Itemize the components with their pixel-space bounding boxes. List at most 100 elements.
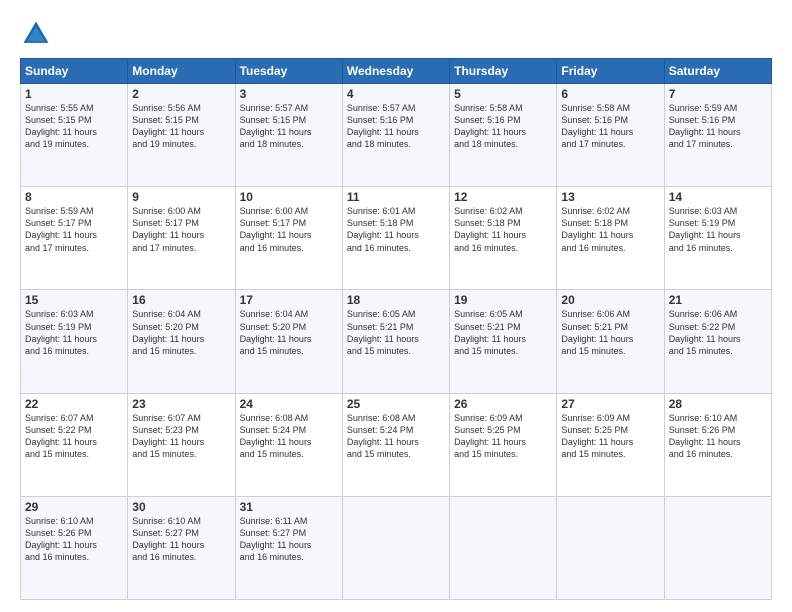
- cell-text: Sunrise: 6:05 AM Sunset: 5:21 PM Dayligh…: [454, 308, 552, 357]
- page: SundayMondayTuesdayWednesdayThursdayFrid…: [0, 0, 792, 612]
- calendar-header-thursday: Thursday: [450, 59, 557, 84]
- calendar-cell: 11Sunrise: 6:01 AM Sunset: 5:18 PM Dayli…: [342, 187, 449, 290]
- day-number: 21: [669, 293, 767, 307]
- cell-text: Sunrise: 6:11 AM Sunset: 5:27 PM Dayligh…: [240, 515, 338, 564]
- cell-text: Sunrise: 6:03 AM Sunset: 5:19 PM Dayligh…: [669, 205, 767, 254]
- cell-text: Sunrise: 6:06 AM Sunset: 5:21 PM Dayligh…: [561, 308, 659, 357]
- day-number: 24: [240, 397, 338, 411]
- calendar-header-monday: Monday: [128, 59, 235, 84]
- cell-text: Sunrise: 6:05 AM Sunset: 5:21 PM Dayligh…: [347, 308, 445, 357]
- calendar-cell: 21Sunrise: 6:06 AM Sunset: 5:22 PM Dayli…: [664, 290, 771, 393]
- calendar-table: SundayMondayTuesdayWednesdayThursdayFrid…: [20, 58, 772, 600]
- cell-text: Sunrise: 5:56 AM Sunset: 5:15 PM Dayligh…: [132, 102, 230, 151]
- cell-text: Sunrise: 6:02 AM Sunset: 5:18 PM Dayligh…: [454, 205, 552, 254]
- day-number: 1: [25, 87, 123, 101]
- cell-text: Sunrise: 6:01 AM Sunset: 5:18 PM Dayligh…: [347, 205, 445, 254]
- cell-text: Sunrise: 6:10 AM Sunset: 5:26 PM Dayligh…: [669, 412, 767, 461]
- calendar-cell: 31Sunrise: 6:11 AM Sunset: 5:27 PM Dayli…: [235, 496, 342, 599]
- day-number: 12: [454, 190, 552, 204]
- day-number: 11: [347, 190, 445, 204]
- cell-text: Sunrise: 5:58 AM Sunset: 5:16 PM Dayligh…: [561, 102, 659, 151]
- header: [20, 18, 772, 50]
- calendar-header-row: SundayMondayTuesdayWednesdayThursdayFrid…: [21, 59, 772, 84]
- calendar-header-saturday: Saturday: [664, 59, 771, 84]
- cell-text: Sunrise: 6:08 AM Sunset: 5:24 PM Dayligh…: [347, 412, 445, 461]
- cell-text: Sunrise: 5:57 AM Sunset: 5:16 PM Dayligh…: [347, 102, 445, 151]
- calendar-cell: 20Sunrise: 6:06 AM Sunset: 5:21 PM Dayli…: [557, 290, 664, 393]
- cell-text: Sunrise: 6:09 AM Sunset: 5:25 PM Dayligh…: [454, 412, 552, 461]
- day-number: 22: [25, 397, 123, 411]
- cell-text: Sunrise: 5:57 AM Sunset: 5:15 PM Dayligh…: [240, 102, 338, 151]
- day-number: 26: [454, 397, 552, 411]
- cell-text: Sunrise: 6:02 AM Sunset: 5:18 PM Dayligh…: [561, 205, 659, 254]
- day-number: 7: [669, 87, 767, 101]
- cell-text: Sunrise: 5:55 AM Sunset: 5:15 PM Dayligh…: [25, 102, 123, 151]
- calendar-cell: 23Sunrise: 6:07 AM Sunset: 5:23 PM Dayli…: [128, 393, 235, 496]
- calendar-cell: [450, 496, 557, 599]
- cell-text: Sunrise: 5:59 AM Sunset: 5:16 PM Dayligh…: [669, 102, 767, 151]
- calendar-header-friday: Friday: [557, 59, 664, 84]
- calendar-cell: [342, 496, 449, 599]
- day-number: 5: [454, 87, 552, 101]
- day-number: 28: [669, 397, 767, 411]
- day-number: 8: [25, 190, 123, 204]
- calendar-cell: 24Sunrise: 6:08 AM Sunset: 5:24 PM Dayli…: [235, 393, 342, 496]
- calendar-cell: 7Sunrise: 5:59 AM Sunset: 5:16 PM Daylig…: [664, 84, 771, 187]
- calendar-cell: 17Sunrise: 6:04 AM Sunset: 5:20 PM Dayli…: [235, 290, 342, 393]
- cell-text: Sunrise: 6:04 AM Sunset: 5:20 PM Dayligh…: [240, 308, 338, 357]
- calendar-header-sunday: Sunday: [21, 59, 128, 84]
- day-number: 2: [132, 87, 230, 101]
- cell-text: Sunrise: 6:00 AM Sunset: 5:17 PM Dayligh…: [240, 205, 338, 254]
- calendar-cell: 6Sunrise: 5:58 AM Sunset: 5:16 PM Daylig…: [557, 84, 664, 187]
- calendar-cell: 1Sunrise: 5:55 AM Sunset: 5:15 PM Daylig…: [21, 84, 128, 187]
- day-number: 31: [240, 500, 338, 514]
- calendar-cell: 22Sunrise: 6:07 AM Sunset: 5:22 PM Dayli…: [21, 393, 128, 496]
- cell-text: Sunrise: 5:59 AM Sunset: 5:17 PM Dayligh…: [25, 205, 123, 254]
- day-number: 10: [240, 190, 338, 204]
- day-number: 16: [132, 293, 230, 307]
- calendar-week-row: 1Sunrise: 5:55 AM Sunset: 5:15 PM Daylig…: [21, 84, 772, 187]
- calendar-cell: 16Sunrise: 6:04 AM Sunset: 5:20 PM Dayli…: [128, 290, 235, 393]
- calendar-cell: 9Sunrise: 6:00 AM Sunset: 5:17 PM Daylig…: [128, 187, 235, 290]
- day-number: 18: [347, 293, 445, 307]
- cell-text: Sunrise: 6:10 AM Sunset: 5:26 PM Dayligh…: [25, 515, 123, 564]
- calendar-cell: 8Sunrise: 5:59 AM Sunset: 5:17 PM Daylig…: [21, 187, 128, 290]
- calendar-week-row: 29Sunrise: 6:10 AM Sunset: 5:26 PM Dayli…: [21, 496, 772, 599]
- calendar-cell: 14Sunrise: 6:03 AM Sunset: 5:19 PM Dayli…: [664, 187, 771, 290]
- calendar-cell: 4Sunrise: 5:57 AM Sunset: 5:16 PM Daylig…: [342, 84, 449, 187]
- cell-text: Sunrise: 6:07 AM Sunset: 5:22 PM Dayligh…: [25, 412, 123, 461]
- day-number: 6: [561, 87, 659, 101]
- calendar-cell: 19Sunrise: 6:05 AM Sunset: 5:21 PM Dayli…: [450, 290, 557, 393]
- calendar-week-row: 22Sunrise: 6:07 AM Sunset: 5:22 PM Dayli…: [21, 393, 772, 496]
- day-number: 4: [347, 87, 445, 101]
- calendar-cell: 3Sunrise: 5:57 AM Sunset: 5:15 PM Daylig…: [235, 84, 342, 187]
- cell-text: Sunrise: 6:09 AM Sunset: 5:25 PM Dayligh…: [561, 412, 659, 461]
- cell-text: Sunrise: 6:08 AM Sunset: 5:24 PM Dayligh…: [240, 412, 338, 461]
- day-number: 25: [347, 397, 445, 411]
- calendar-cell: 29Sunrise: 6:10 AM Sunset: 5:26 PM Dayli…: [21, 496, 128, 599]
- calendar-cell: 30Sunrise: 6:10 AM Sunset: 5:27 PM Dayli…: [128, 496, 235, 599]
- calendar-cell: 10Sunrise: 6:00 AM Sunset: 5:17 PM Dayli…: [235, 187, 342, 290]
- calendar-cell: [664, 496, 771, 599]
- calendar-cell: 28Sunrise: 6:10 AM Sunset: 5:26 PM Dayli…: [664, 393, 771, 496]
- logo: [20, 18, 56, 50]
- calendar-header-tuesday: Tuesday: [235, 59, 342, 84]
- calendar-cell: 25Sunrise: 6:08 AM Sunset: 5:24 PM Dayli…: [342, 393, 449, 496]
- calendar-cell: 18Sunrise: 6:05 AM Sunset: 5:21 PM Dayli…: [342, 290, 449, 393]
- day-number: 27: [561, 397, 659, 411]
- day-number: 3: [240, 87, 338, 101]
- day-number: 23: [132, 397, 230, 411]
- calendar-cell: 12Sunrise: 6:02 AM Sunset: 5:18 PM Dayli…: [450, 187, 557, 290]
- day-number: 17: [240, 293, 338, 307]
- cell-text: Sunrise: 6:07 AM Sunset: 5:23 PM Dayligh…: [132, 412, 230, 461]
- calendar-cell: 5Sunrise: 5:58 AM Sunset: 5:16 PM Daylig…: [450, 84, 557, 187]
- day-number: 29: [25, 500, 123, 514]
- day-number: 19: [454, 293, 552, 307]
- calendar-week-row: 15Sunrise: 6:03 AM Sunset: 5:19 PM Dayli…: [21, 290, 772, 393]
- calendar-cell: 27Sunrise: 6:09 AM Sunset: 5:25 PM Dayli…: [557, 393, 664, 496]
- day-number: 20: [561, 293, 659, 307]
- calendar-cell: 13Sunrise: 6:02 AM Sunset: 5:18 PM Dayli…: [557, 187, 664, 290]
- cell-text: Sunrise: 6:03 AM Sunset: 5:19 PM Dayligh…: [25, 308, 123, 357]
- calendar-cell: 2Sunrise: 5:56 AM Sunset: 5:15 PM Daylig…: [128, 84, 235, 187]
- calendar-week-row: 8Sunrise: 5:59 AM Sunset: 5:17 PM Daylig…: [21, 187, 772, 290]
